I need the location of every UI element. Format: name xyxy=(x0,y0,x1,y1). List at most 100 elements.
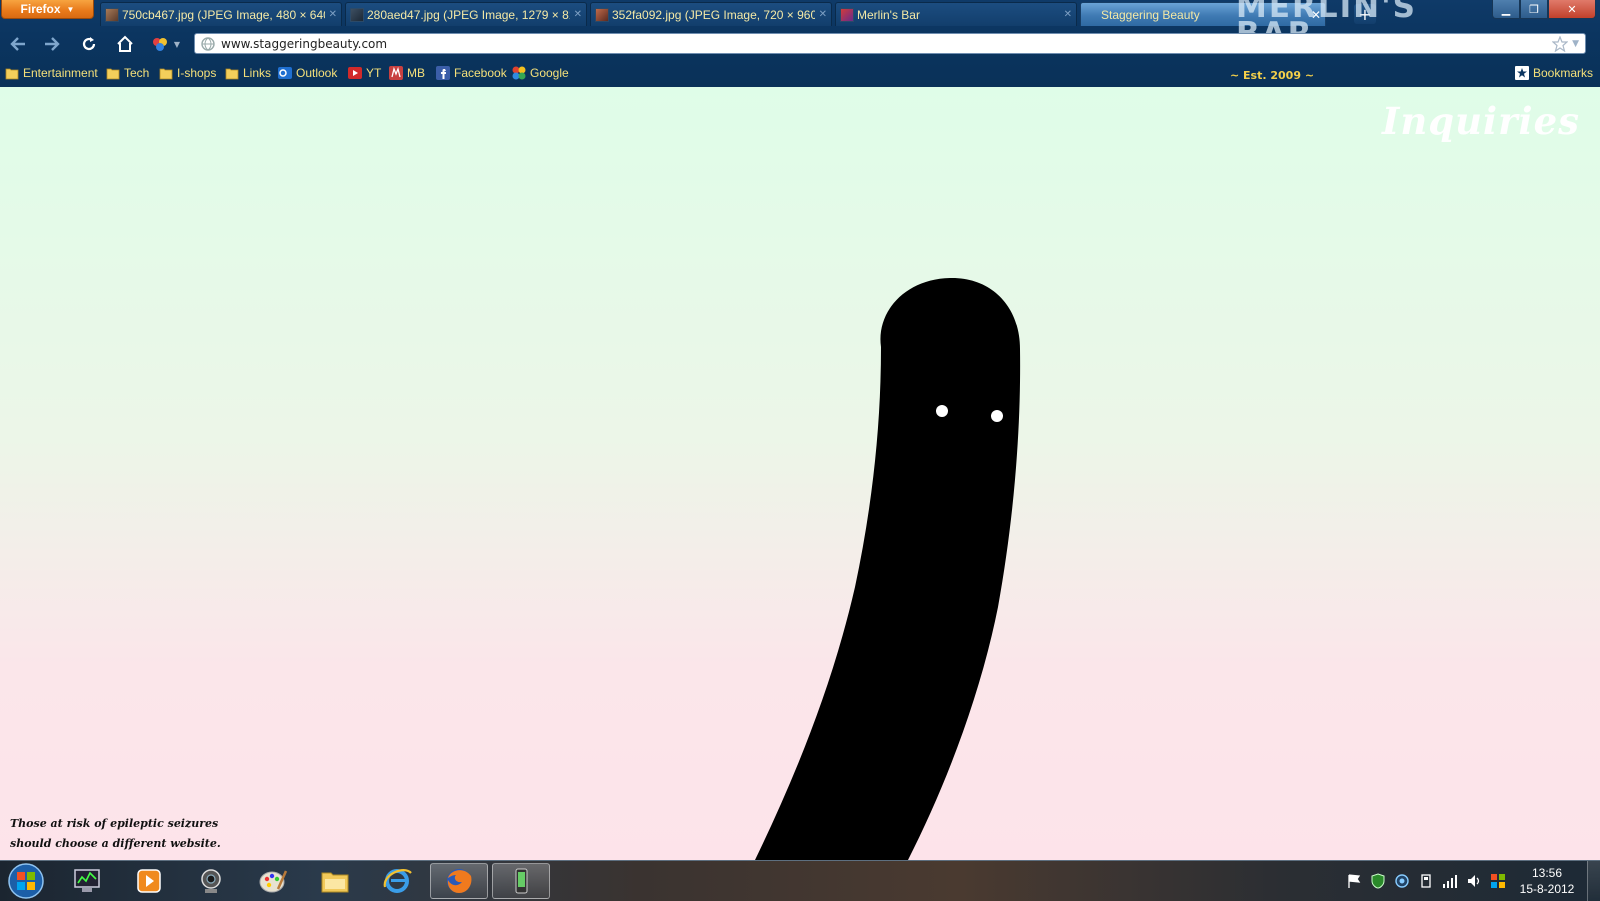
minimize-button[interactable]: ▁ xyxy=(1492,0,1520,19)
volume-icon[interactable] xyxy=(1466,873,1482,889)
bookmark-star-icon[interactable] xyxy=(1552,35,1569,52)
addon-toolbar-button[interactable] xyxy=(148,33,172,55)
bookmark-facebook[interactable]: Facebook xyxy=(436,65,507,81)
close-icon: ✕ xyxy=(1567,2,1577,16)
bookmark-label: Outlook xyxy=(296,66,338,80)
addon-dropdown-button[interactable]: ▼ xyxy=(170,33,184,55)
chevron-down-icon: ▼ xyxy=(66,4,75,14)
folder-icon xyxy=(5,68,19,80)
tab-image-3[interactable]: 352fa092.jpg (JPEG Image, 720 × 960 ... … xyxy=(590,2,832,26)
reload-button[interactable] xyxy=(77,33,101,55)
folder-icon xyxy=(106,68,120,80)
paint-icon xyxy=(259,870,288,893)
taskbar-internet-explorer[interactable] xyxy=(368,863,426,899)
show-desktop-button[interactable] xyxy=(1587,861,1600,901)
firefox-menu-label: Firefox xyxy=(20,2,61,16)
google-icon xyxy=(512,66,526,80)
photo-thumbnail-icon xyxy=(350,7,364,22)
navigation-toolbar: ▼ ▼ xyxy=(0,29,1600,59)
restore-icon: ❐ xyxy=(1529,2,1539,16)
bookmark-label: Facebook xyxy=(454,66,507,80)
taskbar-webcam[interactable] xyxy=(182,863,240,899)
epilepsy-warning: Those at risk of epileptic seizures shou… xyxy=(10,814,240,854)
security-shield-icon[interactable] xyxy=(1370,873,1386,889)
firefox-icon xyxy=(447,869,472,893)
bookmark-entertainment[interactable]: Entertainment xyxy=(5,65,98,81)
webcam-icon xyxy=(201,869,221,893)
taskbar-clock[interactable]: 13:56 15-8-2012 xyxy=(1512,865,1582,897)
creature-body[interactable] xyxy=(755,277,1021,860)
creature-eye-left xyxy=(936,405,948,417)
home-button[interactable] xyxy=(113,33,137,55)
bookmark-label: Entertainment xyxy=(23,66,98,80)
facebook-icon xyxy=(436,66,450,80)
tab-title: 280aed47.jpg (JPEG Image, 1279 × 81... xyxy=(367,7,570,22)
firefox-menu-button[interactable]: Firefox ▼ xyxy=(1,0,94,19)
page-content: Inquiries Those at risk of epileptic sei… xyxy=(0,87,1600,860)
youtube-icon xyxy=(348,67,362,79)
bookmark-i-shops[interactable]: I-shops xyxy=(159,65,216,81)
clock-time: 13:56 xyxy=(1531,866,1563,880)
close-icon[interactable]: ✕ xyxy=(1064,9,1072,20)
bookmark-label: I-shops xyxy=(177,66,217,80)
reload-icon xyxy=(82,37,96,51)
taskbar-file-explorer[interactable] xyxy=(306,863,364,899)
chevron-down-icon[interactable]: ▼ xyxy=(1572,39,1579,49)
file-explorer-icon xyxy=(321,872,349,893)
bookmark-yt[interactable]: YT xyxy=(348,65,381,81)
bookmark-label: MB xyxy=(407,66,425,80)
outlook-icon xyxy=(278,67,292,79)
tab-image-1[interactable]: 750cb467.jpg (JPEG Image, 480 × 640 ... … xyxy=(100,2,342,26)
merlins-bar-icon xyxy=(389,66,403,80)
tab-image-2[interactable]: 280aed47.jpg (JPEG Image, 1279 × 81... ✕ xyxy=(345,2,587,26)
taskbar-media-player[interactable] xyxy=(120,863,178,899)
usb-device-icon[interactable] xyxy=(1418,873,1434,889)
photo-thumbnail-icon xyxy=(105,7,119,22)
window-controls: ▁ ❐ ✕ xyxy=(1492,0,1596,19)
tab-title: 750cb467.jpg (JPEG Image, 480 × 640 ... xyxy=(122,7,325,22)
internet-explorer-icon xyxy=(383,869,412,893)
back-arrow-icon xyxy=(10,37,25,51)
folder-icon xyxy=(159,68,173,80)
phone-sync-icon xyxy=(515,868,528,894)
windows-taskbar: 13:56 15-8-2012 xyxy=(0,860,1600,901)
start-button[interactable] xyxy=(6,862,46,900)
bookmark-mb[interactable]: MB xyxy=(389,65,425,81)
close-icon[interactable]: ✕ xyxy=(574,9,582,20)
bookmark-outlook[interactable]: Outlook xyxy=(278,65,337,81)
browser-chrome: Firefox ▼ 750cb467.jpg (JPEG Image, 480 … xyxy=(0,0,1600,87)
bookmarks-toolbar: Entertainment Tech I-shops Links Outlook… xyxy=(0,61,1600,85)
taskbar-firefox[interactable] xyxy=(430,863,488,899)
tab-title: 352fa092.jpg (JPEG Image, 720 × 960 ... xyxy=(612,7,815,22)
globe-icon[interactable] xyxy=(201,36,215,51)
staggering-creature[interactable] xyxy=(0,87,1600,860)
action-center-flag-icon[interactable] xyxy=(1346,873,1362,889)
bookmark-tech[interactable]: Tech xyxy=(106,65,149,81)
maximize-button[interactable]: ❐ xyxy=(1520,0,1548,19)
inquiries-link[interactable]: Inquiries xyxy=(1382,99,1580,143)
webcam-tray-icon[interactable] xyxy=(1394,873,1410,889)
back-button[interactable] xyxy=(6,33,30,55)
close-icon[interactable]: ✕ xyxy=(329,9,337,20)
photo-thumbnail-icon xyxy=(595,7,609,22)
chevron-down-icon: ▼ xyxy=(173,39,181,49)
bookmark-google[interactable]: Google xyxy=(512,65,569,81)
close-icon[interactable]: ✕ xyxy=(819,9,827,20)
network-signal-icon[interactable] xyxy=(1442,873,1458,889)
bookmark-label: Links xyxy=(243,66,272,80)
windows-update-icon[interactable] xyxy=(1490,873,1506,889)
taskbar-paint[interactable] xyxy=(244,863,302,899)
bookmark-label: Google xyxy=(530,66,569,80)
minimize-icon: ▁ xyxy=(1501,2,1511,16)
url-input[interactable] xyxy=(221,34,1553,53)
tab-merlins-bar[interactable]: Merlin's Bar ✕ xyxy=(835,2,1077,26)
folder-icon xyxy=(225,68,239,80)
addon-icon xyxy=(153,38,167,51)
taskbar-phone-sync[interactable] xyxy=(492,863,550,899)
tab-title: Merlin's Bar xyxy=(857,7,920,22)
forward-button[interactable] xyxy=(40,33,64,55)
close-window-button[interactable]: ✕ xyxy=(1548,0,1596,19)
bookmarks-menu-button[interactable]: Bookmarks xyxy=(1515,65,1593,81)
bookmark-links[interactable]: Links xyxy=(225,65,271,81)
taskbar-task-manager[interactable] xyxy=(58,863,116,899)
